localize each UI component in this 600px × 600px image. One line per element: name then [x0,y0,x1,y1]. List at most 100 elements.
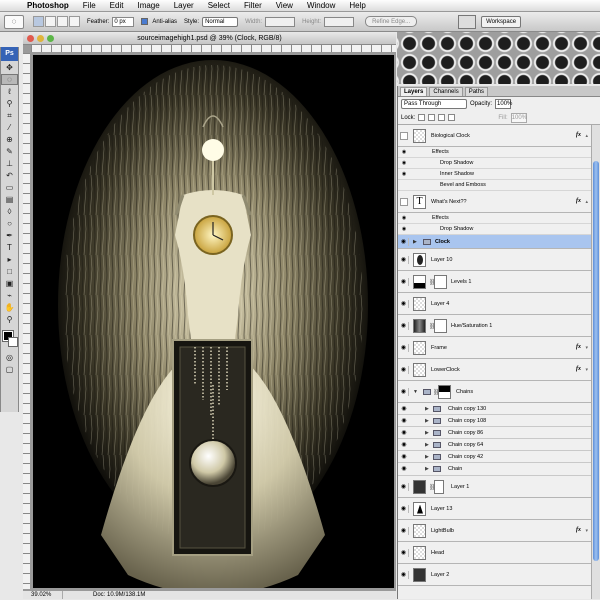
eyedropper-tool-icon[interactable]: ⁄ [1,122,18,133]
effect-drop-shadow[interactable]: ◉ Drop Shadow [398,158,591,169]
close-window-button[interactable] [27,35,34,42]
eraser-tool-icon[interactable]: ▭ [1,182,18,193]
layer-group-chain-copy-64[interactable]: ◉ ▶ Chain copy 64 [398,439,591,451]
tool-preset-picker[interactable]: ◌ [4,14,24,29]
minimize-window-button[interactable] [37,35,44,42]
layer-name[interactable]: Levels 1 [451,278,472,286]
layer-group-chain-copy-86[interactable]: ◉ ▶ Chain copy 86 [398,427,591,439]
visibility-eye-icon[interactable]: ◉ [399,299,409,308]
tab-channels[interactable]: Channels [429,87,463,96]
shape-tool-icon[interactable]: □ [1,266,18,277]
layer-hue-saturation-1[interactable]: ◉ ⛓ Hue/Saturation 1 [398,315,591,337]
hand-tool-icon[interactable]: ✋ [1,302,18,313]
fx-icon[interactable]: fx [576,132,581,138]
marquee-tool-icon[interactable]: ◌ [1,74,18,85]
expand-effects-icon[interactable]: ▾ [585,367,588,373]
pen-tool-icon[interactable]: ✒ [1,230,18,241]
visibility-eye-icon[interactable]: ◉ [399,526,409,535]
screen-mode-icon[interactable]: ▢ [1,364,18,375]
effect-bevel-emboss[interactable]: Bevel and Emboss [398,180,591,191]
layer-name[interactable]: LowerClock [431,366,460,374]
visibility-eye-icon[interactable]: ◉ [399,387,409,396]
layer-layer-2[interactable]: ◉ Layer 2 [398,564,591,586]
layer-name[interactable]: Layer 4 [431,300,449,308]
visibility-eye-icon[interactable]: ◉ [399,321,409,330]
effect-drop-shadow[interactable]: ◉ Drop Shadow [398,224,591,235]
effect-visibility-icon[interactable]: ◉ [399,158,409,169]
visibility-eye-icon[interactable]: ◉ [399,255,409,264]
workspace-button[interactable]: Workspace [481,15,522,28]
background-color-swatch[interactable] [8,337,18,347]
menu-edit[interactable]: Edit [103,0,131,12]
layer-mask-thumbnail[interactable] [434,274,447,289]
layer-lightbulb[interactable]: ◉ LightBulb fx ▾ [398,520,591,542]
layer-name[interactable]: Layer 10 [431,256,452,264]
expand-effects-icon[interactable]: ▾ [585,345,588,351]
layer-group-clock[interactable]: ◉ ▶ Clock [398,235,591,249]
visibility-eye-icon[interactable]: ◉ [399,441,409,449]
intersect-selection-button[interactable] [69,16,80,27]
menu-filter[interactable]: Filter [237,0,269,12]
group-name[interactable]: Chain copy 86 [448,429,483,437]
document-size-info[interactable]: Doc: 10.9M/138.1M [63,591,145,599]
color-swatches[interactable] [1,329,18,351]
visibility-eye-icon[interactable]: ◉ [399,417,409,425]
path-select-tool-icon[interactable]: ▸ [1,254,18,265]
layer-whats-next[interactable]: T What's Next?? fx ▴ [398,191,591,213]
effects-header[interactable]: ◉ Effects [398,213,591,224]
menu-view[interactable]: View [269,0,300,12]
visibility-eye-icon[interactable]: ◉ [399,570,409,579]
layer-name[interactable]: Layer 13 [431,505,452,513]
zoom-tool-icon[interactable]: ⚲ [1,314,18,325]
visibility-eye-icon[interactable]: ◉ [399,343,409,352]
width-input[interactable] [265,16,296,27]
visibility-toggle[interactable] [400,197,408,206]
lasso-tool-icon[interactable]: ℓ [1,86,18,97]
group-expand-icon[interactable]: ▶ [425,442,429,448]
fx-icon[interactable]: fx [576,366,581,372]
horizontal-ruler[interactable] [31,45,396,53]
scrollbar-thumb[interactable] [593,161,599,561]
expand-effects-icon[interactable]: ▴ [585,133,588,139]
brush-tool-icon[interactable]: ✎ [1,146,18,157]
layer-mask-thumbnail[interactable] [434,318,447,333]
eyedropper-3d-tool-icon[interactable]: ⌁ [1,290,18,301]
group-name[interactable]: Chain copy 108 [448,417,486,425]
layers-scrollbar[interactable] [591,125,600,599]
layer-name[interactable]: Biological Clock [431,132,470,140]
zoom-window-button[interactable] [47,35,54,42]
palette-well-icon[interactable] [458,14,477,29]
subtract-selection-button[interactable] [57,16,68,27]
fx-icon[interactable]: fx [576,344,581,350]
fx-icon[interactable]: fx [576,198,581,204]
expand-effects-icon[interactable]: ▴ [585,199,588,205]
menu-help[interactable]: Help [342,0,372,12]
quick-mask-icon[interactable]: ◎ [1,352,18,363]
layer-name[interactable]: Layer 1 [451,483,469,491]
layer-name[interactable]: Frame [431,344,447,352]
group-name[interactable]: Chain [448,465,462,473]
layer-layer-13[interactable]: ◉ Layer 13 [398,498,591,520]
layer-layer-4[interactable]: ◉ Layer 4 [398,293,591,315]
blend-mode-select[interactable]: Pass Through [401,99,467,109]
layer-mask-thumbnail[interactable] [434,479,444,494]
visibility-eye-icon[interactable]: ◉ [399,548,409,557]
layer-lowerclock[interactable]: ◉ LowerClock fx ▾ [398,359,591,381]
group-mask-thumbnail[interactable] [438,384,451,399]
menu-app-name[interactable]: Photoshop [20,0,76,12]
height-input[interactable] [324,16,355,27]
menu-layer[interactable]: Layer [167,0,201,12]
effect-visibility-icon[interactable]: ◉ [399,147,409,158]
healing-tool-icon[interactable]: ⊕ [1,134,18,145]
lock-all-icon[interactable] [448,114,456,121]
gradient-tool-icon[interactable]: ▤ [1,194,18,205]
effect-visibility-icon[interactable]: ◉ [399,224,409,235]
menu-image[interactable]: Image [130,0,166,12]
effects-header[interactable]: ◉ Effects [398,147,591,158]
effect-visibility-icon[interactable]: ◉ [399,213,409,224]
effect-inner-shadow[interactable]: ◉ Inner Shadow [398,169,591,180]
layer-group-chain-copy-130[interactable]: ◉ ▶ Chain copy 130 [398,403,591,415]
fill-input[interactable]: 100% [510,112,527,123]
expand-effects-icon[interactable]: ▾ [585,528,588,534]
layer-name[interactable]: Head [431,549,444,557]
